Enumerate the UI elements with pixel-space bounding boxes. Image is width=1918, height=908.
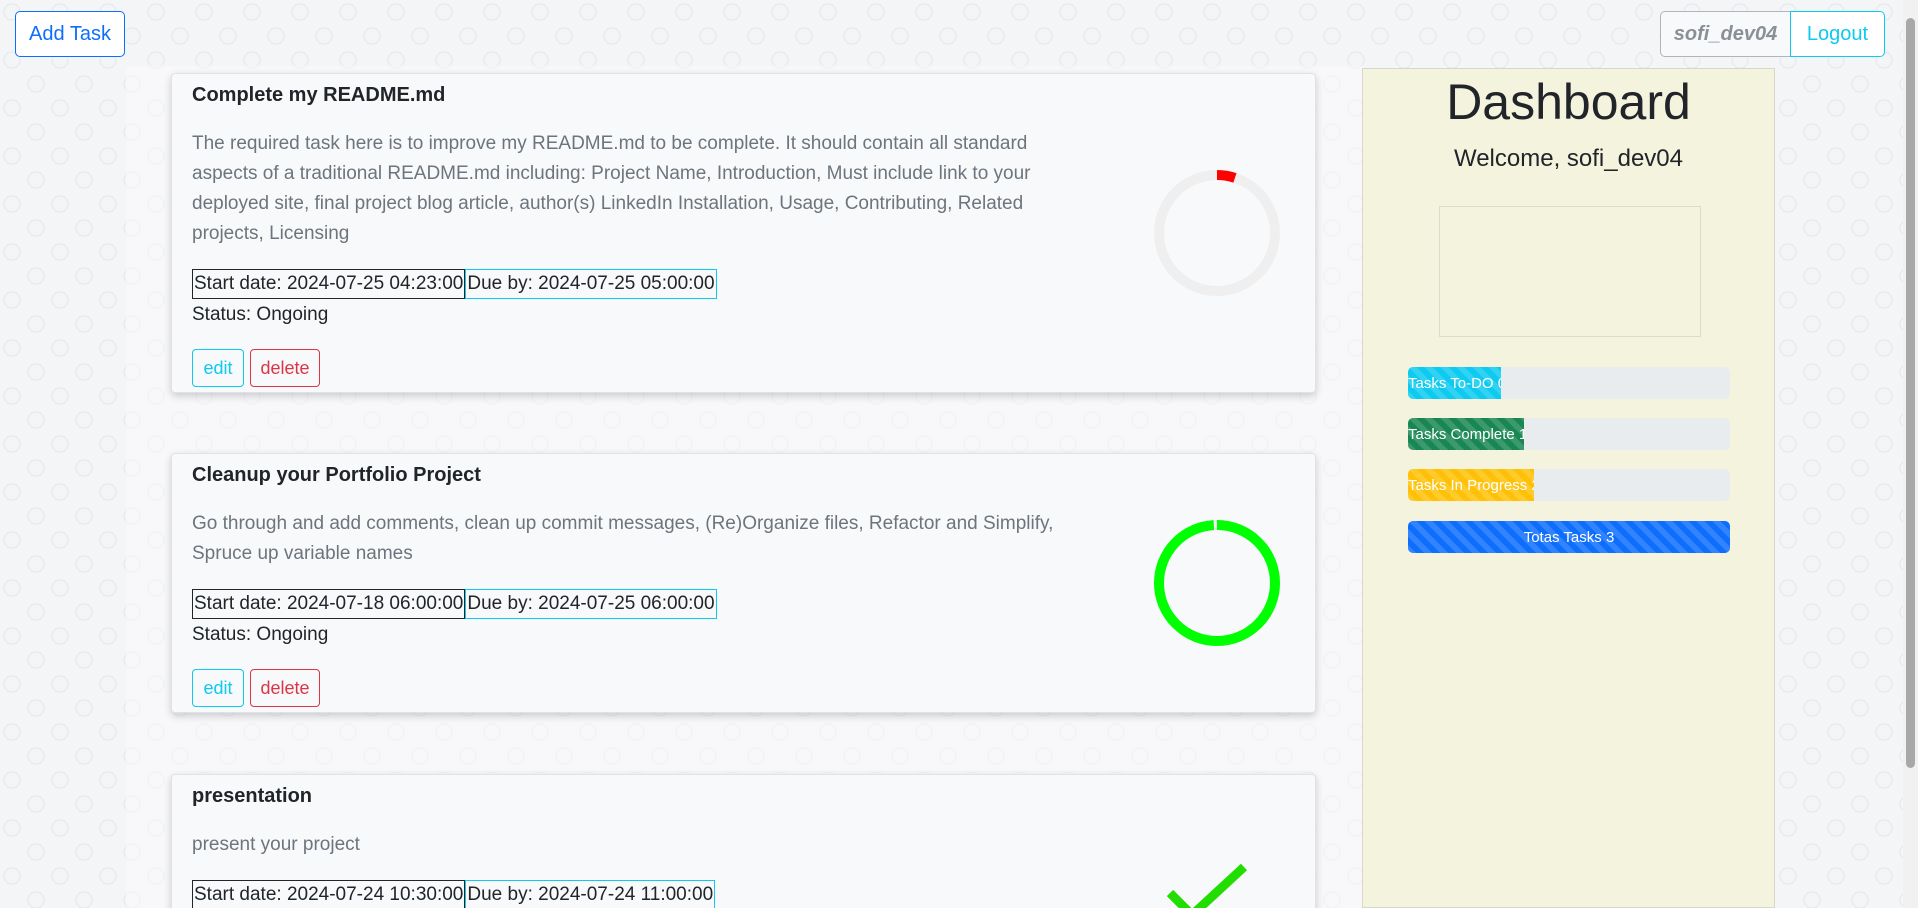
dashboard-title: Dashboard (1446, 74, 1691, 130)
task-dates: Start date: 2024-07-24 10:30:00 Due by: … (192, 880, 716, 908)
todo-progress-label: Tasks To-DO 0 (1408, 374, 1502, 392)
total-tasks-fill: Totas Tasks 3 (1408, 521, 1730, 553)
user-group: sofi_dev04 Logout (1660, 11, 1885, 57)
delete-button[interactable]: delete (250, 669, 320, 707)
due-date: Due by: 2024-07-25 06:00:00 (465, 589, 717, 619)
start-date: Start date: 2024-07-24 10:30:00 (192, 880, 466, 908)
start-date: Start date: 2024-07-18 06:00:00 (192, 589, 466, 619)
dashboard-chart-area (1439, 206, 1701, 337)
progress-ring (1154, 520, 1280, 646)
task-description: The required task here is to improve my … (192, 133, 1031, 244)
complete-progress-bar: Tasks Complete 1 (1408, 418, 1730, 450)
todo-progress-fill: Tasks To-DO 0 (1408, 367, 1502, 399)
edit-button[interactable]: edit (192, 669, 244, 707)
task-status: Status: Ongoing (192, 304, 329, 325)
task-card: presentation present your project Start … (171, 774, 1316, 908)
due-date: Due by: 2024-07-24 11:00:00 (465, 880, 716, 908)
total-tasks-label: Totas Tasks 3 (1523, 528, 1615, 546)
check-icon (1166, 863, 1248, 908)
add-task-button[interactable]: Add Task (15, 11, 125, 57)
task-title: presentation (192, 785, 313, 807)
task-actions: edit delete (192, 669, 320, 707)
logout-button[interactable]: Logout (1790, 11, 1885, 57)
task-card: Cleanup your Portfolio Project Go throug… (171, 453, 1316, 713)
task-description: Go through and add comments, clean up co… (192, 513, 1054, 564)
in-progress-bar: Tasks In Progress 2 (1408, 469, 1730, 501)
task-actions: edit delete (192, 349, 320, 387)
scrollbar-thumb[interactable] (1906, 18, 1915, 768)
task-dates: Start date: 2024-07-25 04:23:00 Due by: … (192, 269, 717, 299)
total-tasks-bar: Totas Tasks 3 (1408, 521, 1730, 553)
username-badge: sofi_dev04 (1660, 11, 1790, 57)
due-date: Due by: 2024-07-25 05:00:00 (465, 269, 717, 299)
task-title: Complete my README.md (192, 84, 446, 106)
task-card: Complete my README.md The required task … (171, 73, 1316, 393)
task-title: Cleanup your Portfolio Project (192, 464, 481, 486)
dashboard-panel: Dashboard Welcome, sofi_dev04 Tasks To-D… (1362, 68, 1775, 908)
progress-ring (1154, 170, 1280, 296)
edit-button[interactable]: edit (192, 349, 244, 387)
task-description: present your project (192, 834, 360, 855)
complete-progress-fill: Tasks Complete 1 (1408, 418, 1524, 450)
in-progress-label: Tasks In Progress 2 (1408, 476, 1534, 494)
task-dates: Start date: 2024-07-18 06:00:00 Due by: … (192, 589, 717, 619)
task-status: Status: Ongoing (192, 624, 329, 645)
todo-progress-bar: Tasks To-DO 0 (1408, 367, 1730, 399)
delete-button[interactable]: delete (250, 349, 320, 387)
start-date: Start date: 2024-07-25 04:23:00 (192, 269, 466, 299)
in-progress-fill: Tasks In Progress 2 (1408, 469, 1534, 501)
welcome-text: Welcome, sofi_dev04 (1453, 145, 1683, 172)
complete-progress-label: Tasks Complete 1 (1408, 425, 1524, 443)
